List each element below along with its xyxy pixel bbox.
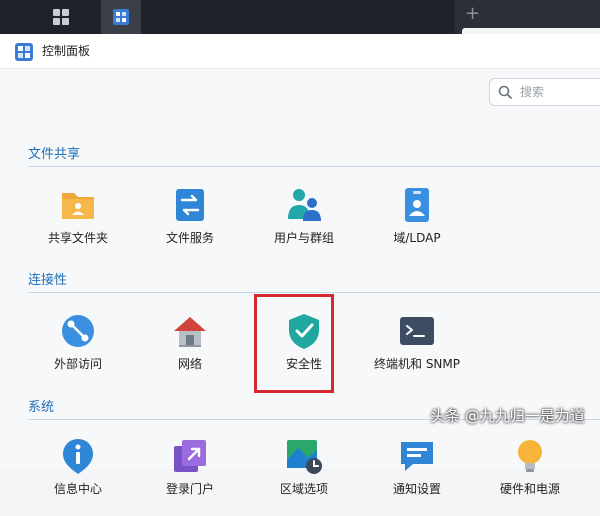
item-label: 域/LDAP — [393, 231, 441, 245]
item-notification[interactable]: 通知设置 — [357, 436, 477, 516]
section-title-connectivity: 连接性 — [28, 273, 68, 288]
user-group-icon — [288, 189, 321, 221]
grid-icon — [53, 9, 69, 25]
item-label: 通知设置 — [392, 482, 441, 496]
section-title-file-sharing: 文件共享 — [28, 147, 81, 162]
taskbar-control-panel-button[interactable] — [101, 0, 141, 34]
item-label: 信息中心 — [53, 482, 102, 496]
regional-options-icon — [287, 440, 322, 474]
terminal-snmp-icon — [400, 317, 434, 345]
login-portal-icon — [174, 440, 206, 472]
search-placeholder: 搜索 — [520, 85, 545, 99]
watermark-text: 头条 @九九归一是为道 — [430, 407, 585, 425]
item-login-portal[interactable]: 登录门户 — [130, 436, 250, 516]
item-user-group[interactable]: 用户与群组 — [244, 185, 364, 265]
item-file-services[interactable]: 文件服务 — [130, 185, 250, 265]
section-divider — [28, 166, 600, 167]
item-external-access[interactable]: 外部访问 — [18, 311, 138, 391]
section-title-system: 系统 — [28, 400, 55, 415]
search-field[interactable]: 搜索 — [489, 78, 600, 106]
item-label: 外部访问 — [53, 357, 102, 371]
item-info-center[interactable]: 信息中心 — [18, 436, 138, 516]
item-label: 硬件和电源 — [499, 482, 560, 496]
highlight-box — [254, 294, 334, 393]
control-panel-icon — [113, 9, 129, 25]
item-label: 终端机和 SNMP — [374, 357, 460, 371]
add-tab-icon[interactable]: + — [465, 4, 481, 24]
item-label: 用户与群组 — [273, 231, 334, 245]
file-services-icon — [176, 189, 204, 221]
control-panel-icon — [15, 43, 33, 61]
window-title: 控制面板 — [42, 44, 91, 58]
item-label: 网络 — [177, 357, 202, 371]
item-regional-options[interactable]: 区域选项 — [244, 436, 364, 516]
notification-icon — [401, 442, 433, 471]
item-label: 区域选项 — [279, 482, 328, 496]
item-network[interactable]: 网络 — [130, 311, 250, 391]
network-icon — [174, 317, 206, 347]
item-label: 共享文件夹 — [47, 231, 108, 245]
item-label: 文件服务 — [165, 231, 214, 245]
section-divider — [28, 292, 600, 293]
domain-ldap-icon — [405, 188, 429, 222]
item-domain-ldap[interactable]: 域/LDAP — [357, 185, 477, 265]
item-shared-folder[interactable]: 共享文件夹 — [18, 185, 138, 265]
main-menu-button[interactable] — [41, 0, 81, 34]
external-access-icon — [62, 315, 94, 347]
info-center-icon — [63, 439, 93, 474]
item-terminal-snmp[interactable]: 终端机和 SNMP — [357, 311, 477, 391]
item-label: 登录门户 — [165, 482, 214, 496]
window-titlebar: 控制面板 — [0, 34, 600, 69]
hardware-power-icon — [518, 440, 542, 472]
search-icon — [498, 85, 512, 99]
taskbar: + — [0, 0, 600, 34]
shared-folder-icon — [62, 193, 94, 219]
item-hardware-power[interactable]: 硬件和电源 — [470, 436, 590, 516]
